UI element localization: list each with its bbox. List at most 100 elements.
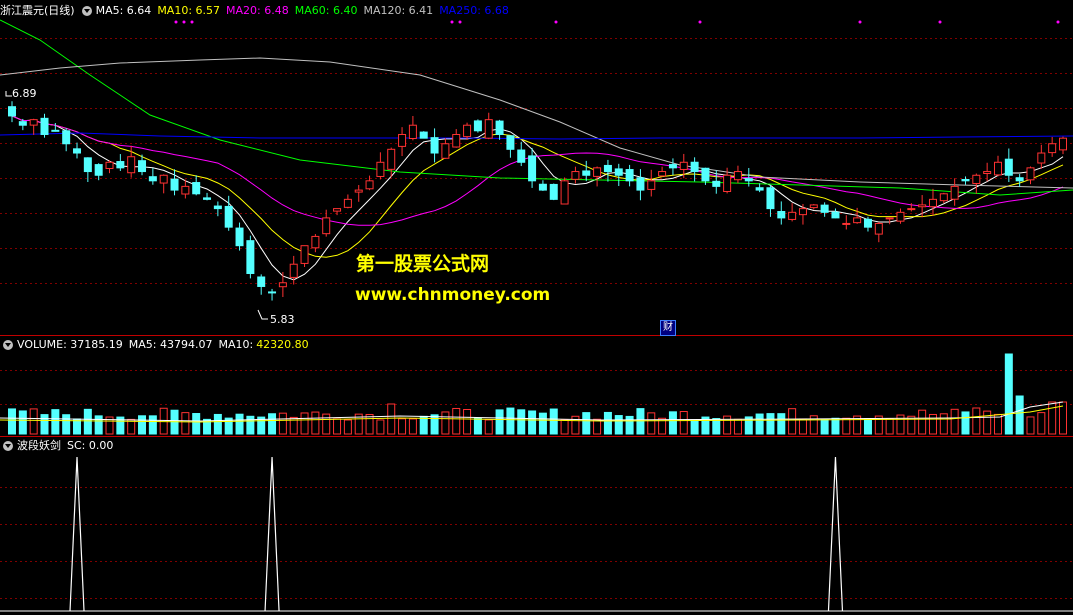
indicator-lines: [0, 456, 1073, 612]
candle-body: [993, 161, 1002, 176]
volume-bar: [94, 415, 103, 435]
candle-body: [430, 137, 439, 154]
volume-bar: [398, 418, 407, 435]
volume-bar: [1048, 401, 1057, 435]
volume-bar: [885, 418, 894, 435]
volume-bar: [29, 408, 38, 435]
candle-body: [766, 187, 775, 210]
volume-bar: [376, 419, 385, 435]
candle-body: [733, 171, 742, 181]
ma20-line: [11, 115, 1064, 226]
candle-body: [289, 263, 298, 278]
low-price-label: 5.83: [270, 313, 295, 326]
candle-body: [8, 106, 16, 117]
candle-body: [170, 178, 179, 191]
candle-body: [343, 198, 352, 208]
volume-panel-header: VOLUME: 37185.19 MA5: 43794.07 MA10: 423…: [0, 337, 315, 353]
ma120-line: [0, 57, 1073, 189]
volume-bar: [614, 415, 623, 435]
volume-bar: [441, 411, 450, 435]
volume-bar: [430, 414, 439, 435]
candle-body: [593, 167, 602, 177]
volume-bar: [538, 412, 547, 435]
watermark-url: www.chnmoney.com: [355, 285, 551, 305]
candle-body: [365, 180, 374, 190]
candle-body: [928, 198, 937, 208]
signal-dot: [190, 20, 194, 24]
volume-bar: [495, 409, 504, 435]
high-price-label: 6.89: [12, 87, 37, 100]
grid-lines: [0, 38, 1073, 599]
candle-body: [506, 135, 515, 150]
candle-body: [549, 183, 558, 200]
indicator-spike: [827, 456, 844, 612]
candle-body: [885, 217, 894, 220]
candle-body: [918, 204, 927, 208]
ma250-line: [0, 132, 1073, 140]
volume-bar: [668, 411, 677, 435]
signal-dot: [938, 20, 942, 24]
candle-body: [235, 227, 244, 247]
candle-body: [354, 189, 363, 193]
volume-bar: [311, 411, 320, 435]
candle-body: [473, 120, 482, 132]
candle-body: [203, 197, 212, 200]
watermark-title: 第一股票公式网: [356, 253, 490, 275]
volume-ma5: MA5: 43794.07: [128, 338, 213, 351]
volume-ma10-label: MA10:: [218, 338, 254, 351]
candle-body: [127, 156, 136, 174]
candle-body: [224, 205, 233, 228]
candle-body: [668, 164, 677, 169]
dropdown-icon[interactable]: [81, 6, 92, 16]
candle-body: [268, 291, 277, 294]
candle-body: [1059, 137, 1067, 151]
stock-title: 浙江震元(日线): [0, 4, 75, 17]
volume-bar: [40, 414, 49, 435]
indicator-panel-header: 波段妖剑 SC: 0.00: [0, 438, 119, 454]
ma-legend: MA5: 6.64 MA10: 6.57 MA20: 6.48 MA60: 6.40 M…: [96, 3, 515, 19]
signal-dot: [858, 20, 862, 24]
dropdown-icon[interactable]: [3, 340, 13, 350]
candle-body: [51, 129, 60, 132]
candle-body: [322, 217, 331, 235]
dropdown-icon[interactable]: [3, 441, 13, 451]
volume-bar: [278, 412, 287, 435]
volume-bar: [625, 415, 634, 435]
low-marker: [257, 309, 268, 320]
price-panel-header: 浙江震元(日线) MA5: 6.64 MA10: 6.57 MA20: 6.48 MA…: [0, 3, 521, 19]
volume-bar: [647, 412, 656, 435]
ma-label-0: MA5: 6.64: [95, 4, 152, 17]
volume-ma10-value: 42320.80: [256, 338, 309, 351]
volume-bar: [452, 407, 461, 435]
candle-body: [820, 204, 829, 213]
ma-label-2: MA20: 6.48: [226, 4, 289, 17]
candle-body: [896, 211, 905, 222]
volume-bar: [603, 411, 612, 435]
candle-body: [192, 182, 201, 195]
volume-bar: [723, 415, 732, 435]
indicator-title: 波段妖剑: [17, 439, 61, 452]
volume-bar: [1004, 353, 1013, 435]
candle-body: [94, 164, 103, 176]
candle-body: [278, 282, 287, 288]
volume-bar: [419, 415, 428, 435]
candle-body: [138, 160, 147, 173]
ma-label-4: MA120: 6.41: [363, 4, 434, 17]
candle-body: [636, 177, 645, 191]
candle-body: [18, 121, 27, 126]
candle-body: [1015, 177, 1024, 182]
volume-bar: [918, 409, 927, 435]
candle-body: [679, 161, 688, 170]
candle-body: [452, 133, 461, 148]
volume-bar: [950, 408, 959, 435]
candle-body: [29, 119, 38, 126]
volume-bar: [863, 418, 872, 435]
candle-body: [1037, 152, 1046, 164]
candle-body: [408, 124, 417, 139]
finance-marker-icon[interactable]: 财: [660, 320, 676, 336]
candle-body: [950, 185, 959, 200]
volume-bar: [788, 408, 797, 435]
volume-bar: [571, 415, 580, 435]
signal-dot: [450, 20, 454, 24]
candle-body: [788, 211, 797, 220]
